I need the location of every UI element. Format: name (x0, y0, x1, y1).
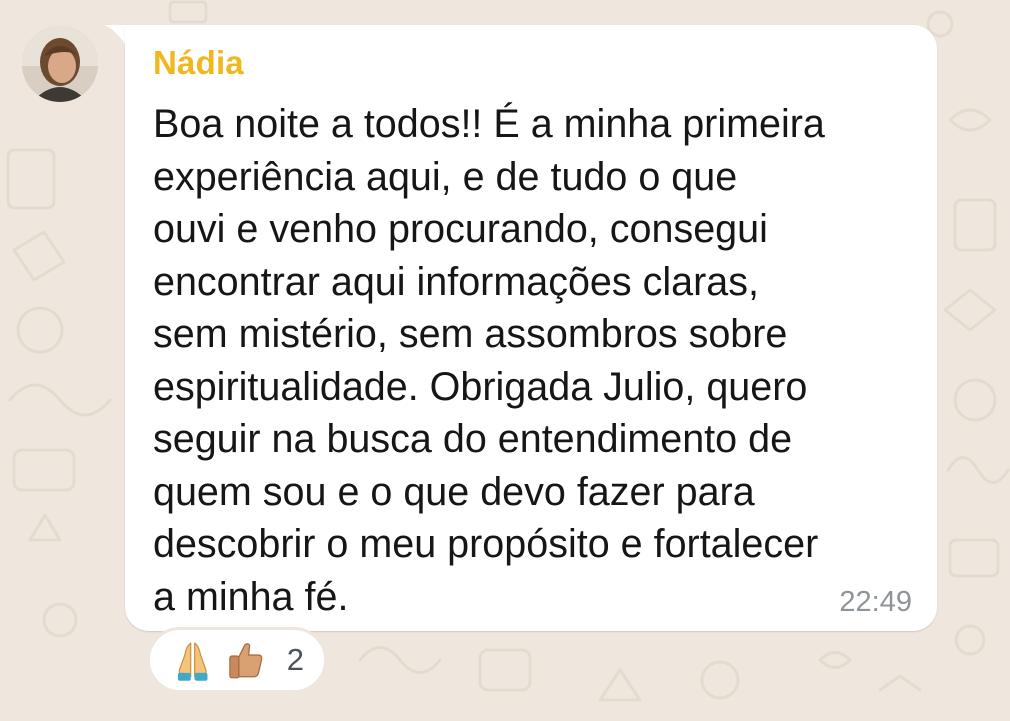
message-line: experiência aqui, e de tudo o que (153, 154, 738, 199)
reaction-count: 2 (286, 642, 304, 677)
message-line: descobrir o meu propósito e fortalecer (153, 522, 819, 566)
message-text: Boa noite a todos!! É a minha primeira e… (153, 98, 923, 623)
message-line: a minha fé. (153, 574, 349, 619)
reactions-pill[interactable]: 2 (147, 627, 327, 693)
message-line: quem sou e o que devo fazer para (153, 469, 755, 514)
message-line: seguir na busca do entendimento de (153, 417, 793, 461)
message-line: Boa noite a todos!! É a minha primeira (153, 102, 825, 146)
thumbs-up-icon (229, 643, 263, 679)
sender-avatar[interactable] (22, 26, 98, 102)
message-line: sem mistério, sem assombros sobre (153, 312, 788, 356)
message-bubble[interactable]: Nádia Boa noite a todos!! É a minha prim… (125, 25, 937, 631)
message-line: ouvi e venho procurando, consegui (153, 207, 768, 251)
message-line: espiritualidade. Obrigada Julio, quero (153, 364, 808, 409)
message-line: encontrar aqui informações claras, (153, 259, 759, 304)
sender-name[interactable]: Nádia (153, 43, 244, 83)
folded-hands-icon (177, 642, 208, 681)
message-timestamp: 22:49 (839, 586, 912, 618)
user-avatar-icon (22, 26, 98, 102)
